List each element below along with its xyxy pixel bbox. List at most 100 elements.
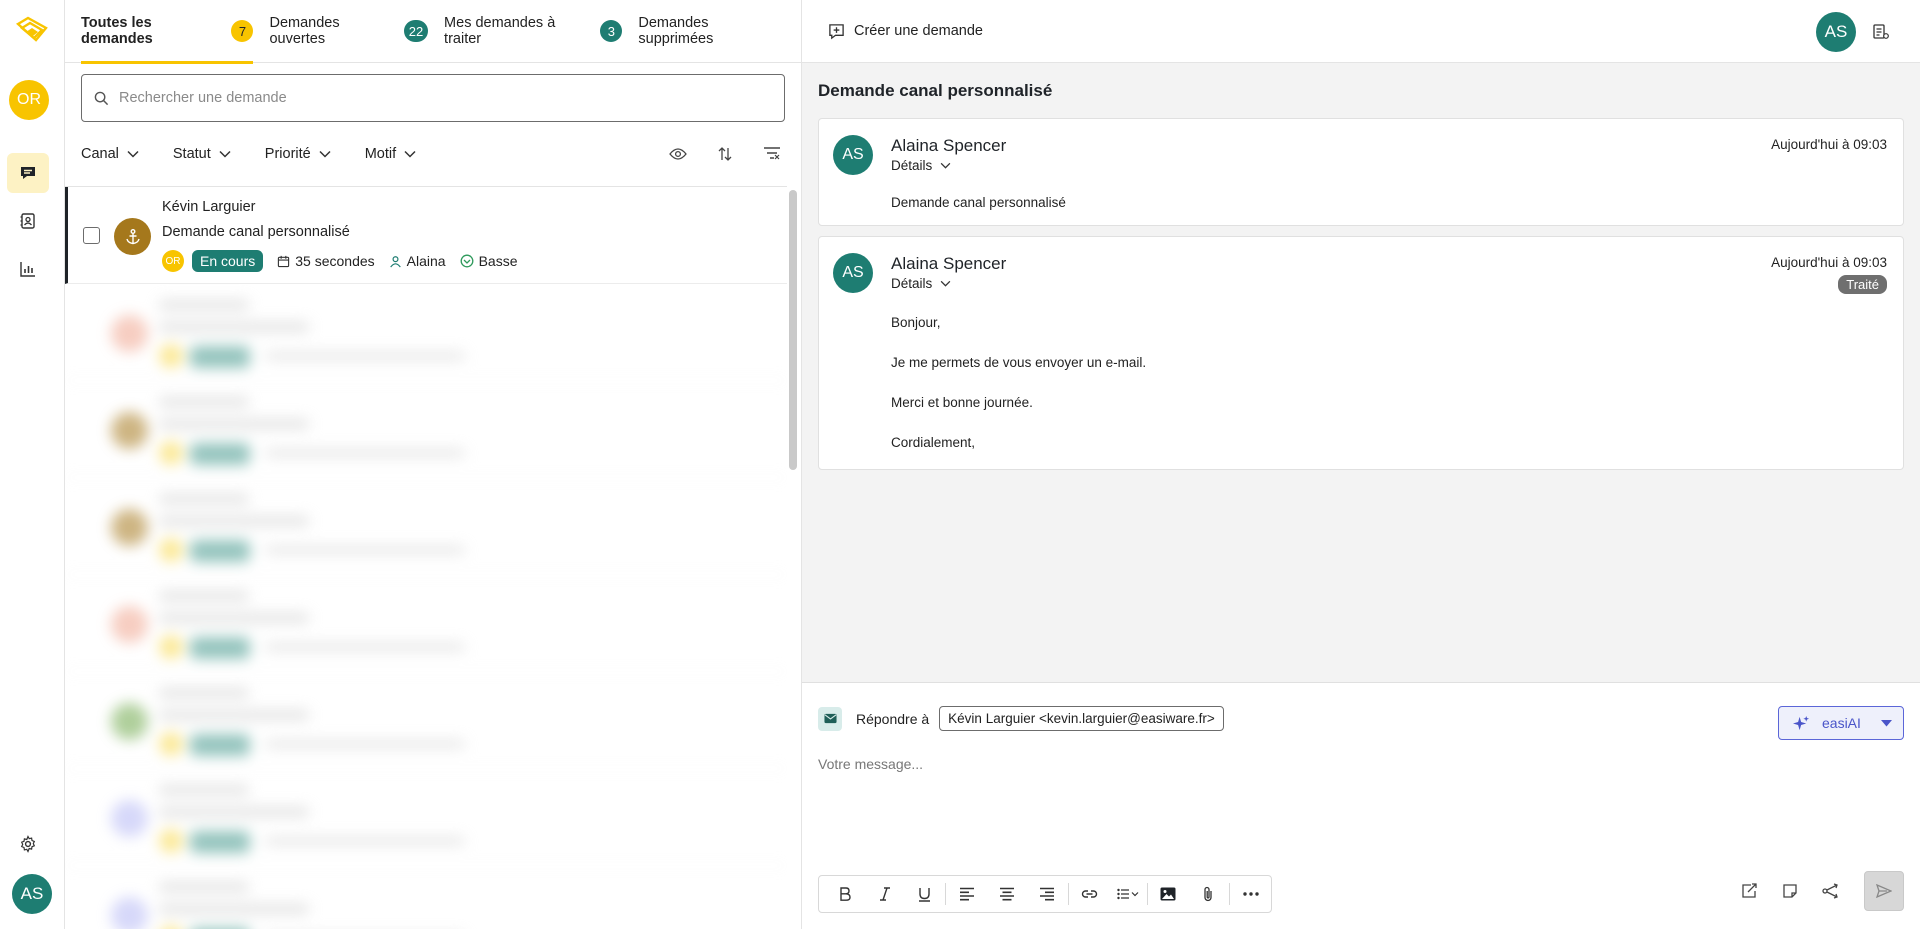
nav-contacts[interactable] [7, 201, 49, 241]
priority: Basse [460, 253, 518, 269]
list-item[interactable] [65, 284, 787, 381]
contact-name: Kévin Larguier [162, 199, 256, 215]
message-input[interactable] [818, 756, 1818, 772]
list-button[interactable] [1110, 879, 1146, 909]
send-button[interactable] [1864, 871, 1904, 911]
link-icon [1082, 890, 1098, 898]
message-body: Demande canal personnalisé [891, 195, 1066, 210]
list-item[interactable] [65, 672, 787, 769]
tab-my-requests[interactable]: Mes demandes à traiter 3 [444, 0, 638, 63]
search-icon [94, 91, 109, 105]
tab-count-badge: 7 [231, 20, 254, 42]
tab-open-requests[interactable]: Demandes ouvertes 22 [269, 0, 444, 63]
search-input[interactable] [119, 90, 719, 106]
duration: 35 secondes [277, 253, 375, 269]
status-badge: En cours [192, 250, 264, 272]
list-settings-icon[interactable] [1872, 23, 1890, 41]
italic-button[interactable] [865, 879, 905, 909]
align-left-button[interactable] [947, 879, 987, 909]
more-options-button[interactable] [1231, 879, 1271, 909]
status-badge: Traité [1838, 275, 1887, 294]
details-toggle[interactable]: Détails [891, 276, 951, 291]
chat-icon [21, 167, 35, 179]
conversation-title: Demande canal personnalisé [818, 81, 1053, 100]
email-channel-icon[interactable] [818, 706, 842, 731]
link-button[interactable] [1070, 879, 1110, 909]
list-item[interactable] [65, 769, 787, 866]
align-right-button[interactable] [1027, 879, 1067, 909]
list-item[interactable] [65, 478, 787, 575]
list-item[interactable] [65, 381, 787, 478]
italic-icon [879, 887, 890, 901]
align-right-icon [1039, 887, 1054, 901]
toolbar-divider [1146, 883, 1148, 905]
search-box [81, 74, 785, 122]
add-message-icon [829, 23, 844, 39]
filter-channel[interactable]: Canal [81, 146, 139, 162]
table-row[interactable]: Kévin Larguier Demande canal personnalis… [65, 187, 787, 284]
tab-count-badge: 3 [600, 20, 623, 42]
list-actions [669, 146, 785, 162]
user-avatar[interactable]: AS [12, 874, 52, 914]
composer-actions [1741, 871, 1904, 911]
reply-to-label: Répondre à [856, 710, 930, 727]
underline-button[interactable] [905, 879, 945, 909]
chevron-down-icon [940, 280, 951, 287]
more-horizontal-icon [1243, 892, 1259, 896]
anchor-icon [125, 228, 140, 244]
priority-low-icon [460, 254, 474, 268]
filter-status[interactable]: Statut [173, 146, 231, 162]
attachment-button[interactable] [1188, 879, 1228, 909]
list-item[interactable] [65, 866, 787, 929]
bold-button[interactable] [825, 879, 865, 909]
eye-icon[interactable] [669, 147, 687, 161]
list-item[interactable] [65, 575, 787, 672]
nav-conversations[interactable] [7, 153, 49, 193]
row-checkbox[interactable] [83, 227, 100, 244]
brand-logo-icon[interactable] [14, 14, 50, 46]
nav-settings[interactable] [7, 824, 49, 864]
bar-chart-icon [20, 262, 35, 277]
avatar: AS [833, 135, 873, 175]
chevron-down-icon [404, 150, 416, 158]
gear-icon [20, 835, 36, 853]
reply-composer: Répondre à Kévin Larguier <kevin.larguie… [802, 684, 1920, 929]
bold-icon [840, 887, 851, 901]
external-edit-icon[interactable] [1741, 883, 1758, 899]
list-icon [1116, 888, 1139, 900]
recipient-field[interactable]: Kévin Larguier <kevin.larguier@easiware.… [939, 706, 1224, 731]
toolbar-divider [1229, 883, 1231, 905]
message-card: AS Alaina Spencer Détails Aujourd'hui à … [818, 236, 1904, 470]
insert-image-button[interactable] [1149, 879, 1189, 909]
chevron-down-icon [319, 150, 331, 158]
user-avatar[interactable]: AS [1816, 12, 1856, 52]
tab-deleted-requests[interactable]: Demandes supprimées [638, 0, 801, 63]
tab-all-requests[interactable]: Toutes les demandes 7 [81, 0, 269, 64]
sort-icon[interactable] [717, 146, 733, 162]
message-author: Alaina Spencer [891, 254, 1007, 273]
underline-icon [919, 887, 931, 902]
org-avatar[interactable]: OR [9, 80, 49, 120]
share-icon[interactable] [1822, 883, 1840, 899]
request-subject: Demande canal personnalisé [162, 224, 350, 240]
detail-header: Créer une demande AS [802, 0, 1920, 63]
filter-list-icon[interactable] [763, 146, 781, 162]
conversation-pane: Demande canal personnalisé AS Alaina Spe… [802, 63, 1920, 683]
left-rail: OR AS [0, 0, 65, 929]
filter-reason[interactable]: Motif [365, 146, 416, 162]
send-icon [1876, 884, 1892, 898]
chevron-down-icon [219, 150, 231, 158]
chevron-down-icon [127, 150, 139, 158]
contact-book-icon [20, 213, 35, 229]
sticky-note-icon[interactable] [1782, 883, 1798, 899]
details-toggle[interactable]: Détails [891, 158, 951, 173]
user-icon [389, 255, 401, 267]
nav-statistics[interactable] [7, 249, 49, 289]
team-badge: OR [162, 250, 184, 272]
easiai-button[interactable]: easiAI [1778, 706, 1904, 740]
filter-priority[interactable]: Priorité [265, 146, 331, 162]
list-scrollbar[interactable] [789, 190, 797, 470]
caret-down-icon [1880, 719, 1892, 726]
align-center-button[interactable] [987, 879, 1027, 909]
create-request-button[interactable]: Créer une demande [828, 23, 983, 40]
